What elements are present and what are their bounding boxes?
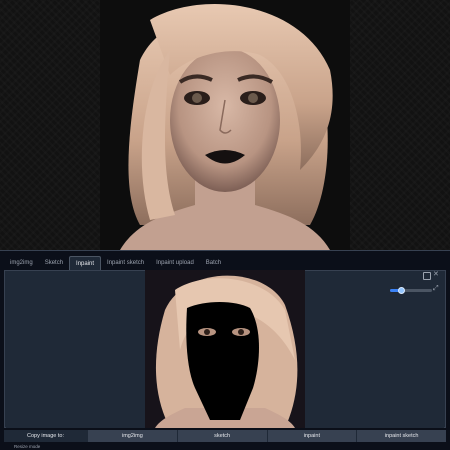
inpaint-canvas[interactable] — [145, 270, 305, 428]
undo-icon[interactable] — [423, 272, 431, 280]
close-icon[interactable]: ✕ — [433, 270, 439, 280]
copy-to-img2img-button[interactable]: img2img — [87, 430, 177, 442]
tab-img2img[interactable]: img2img — [4, 256, 39, 271]
tab-inpaint-upload[interactable]: Inpaint upload — [150, 256, 200, 271]
copy-image-bar: Copy image to: img2img sketch inpaint in… — [4, 430, 446, 442]
tab-inpaint[interactable]: Inpaint — [69, 256, 102, 271]
copy-to-sketch-button[interactable]: sketch — [176, 430, 267, 442]
copy-image-label: Copy image to: — [4, 430, 87, 442]
copy-to-inpaint-sketch-button[interactable]: inpaint sketch — [356, 430, 446, 442]
copy-to-inpaint-button[interactable]: inpaint — [266, 430, 357, 442]
canvas-left-area — [6, 272, 145, 428]
resize-mode-label: Resize mode — [14, 444, 41, 449]
brush-size-thumb[interactable] — [397, 287, 405, 294]
canvas-right-area — [305, 272, 444, 428]
tab-sketch[interactable]: Sketch — [39, 256, 69, 271]
brush-icon[interactable]: ⤢ — [433, 285, 439, 293]
brush-size-slider[interactable] — [390, 287, 432, 294]
tab-batch[interactable]: Batch — [200, 256, 227, 271]
tab-inpaint-sketch[interactable]: Inpaint sketch — [101, 256, 150, 271]
tab-bar: img2img Sketch Inpaint Inpaint sketch In… — [4, 256, 227, 271]
app-root: img2img Sketch Inpaint Inpaint sketch In… — [0, 0, 450, 450]
result-image — [0, 0, 450, 250]
